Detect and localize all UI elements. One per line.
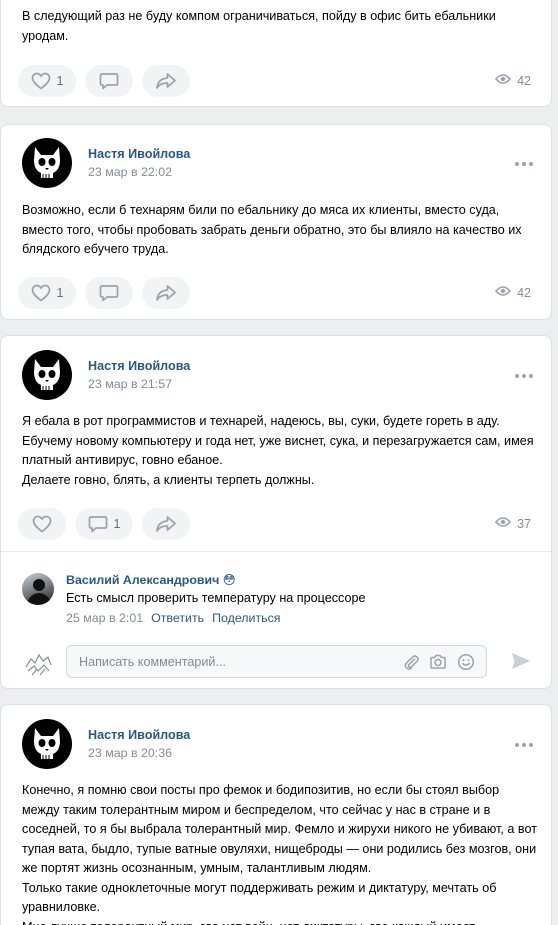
person-silhouette-icon <box>26 579 52 605</box>
comment-button[interactable]: 1 <box>75 508 133 540</box>
more-icon[interactable] <box>515 739 535 751</box>
current-user-avatar <box>22 647 54 679</box>
post-text: Я ебала в рот программистов и технарей, … <box>22 414 534 487</box>
post-card: В следующий раз не буду компом ограничив… <box>0 0 552 107</box>
cat-skull-icon <box>34 359 60 390</box>
post-author[interactable]: Настя Ивойлова <box>88 359 190 373</box>
eye-icon <box>495 516 512 531</box>
flushed-emoji: 😳 <box>222 573 236 587</box>
comment-button[interactable] <box>85 65 133 97</box>
comment-author[interactable]: Василий Александрович 😳 <box>66 572 236 587</box>
views-counter: 37 <box>495 516 531 531</box>
like-button[interactable]: 1 <box>18 277 76 309</box>
comment-icon <box>88 515 108 533</box>
comment-text: Есть смысл проверить температуру на проц… <box>66 591 366 605</box>
comment-meta: 25 мар в 2:01 Ответить Поделиться <box>66 611 281 625</box>
comment-input[interactable] <box>79 646 399 677</box>
share-icon <box>155 284 177 302</box>
cat-skull-icon <box>34 728 60 759</box>
views-counter: 42 <box>495 285 531 300</box>
heart-icon <box>31 72 51 90</box>
post-date[interactable]: 23 мар в 21:57 <box>88 377 172 391</box>
comment-date[interactable]: 25 мар в 2:01 <box>66 611 143 625</box>
divider <box>1 551 551 552</box>
views-count: 42 <box>517 73 531 88</box>
share-icon <box>155 515 177 533</box>
share-button[interactable] <box>142 508 190 540</box>
post-card: Настя Ивойлова 23 мар в 20:36 Конечно, я… <box>0 704 552 925</box>
post-card: Настя Ивойлова 23 мар в 21:57 Я ебала в … <box>0 335 552 689</box>
avatar[interactable] <box>22 719 72 769</box>
comment-icon <box>99 284 119 302</box>
camera-icon[interactable] <box>429 653 447 671</box>
like-count: 1 <box>56 74 64 88</box>
heart-icon <box>32 515 52 533</box>
comment-input-box[interactable] <box>66 645 487 678</box>
share-button[interactable] <box>142 277 190 309</box>
avatar[interactable] <box>22 350 72 400</box>
send-icon[interactable] <box>510 650 532 672</box>
comment-author-name[interactable]: Василий Александрович <box>66 573 219 587</box>
heart-icon <box>31 284 51 302</box>
reply-link[interactable]: Ответить <box>151 611 204 625</box>
smile-icon[interactable] <box>457 653 475 671</box>
post-text: В следующий раз не буду компом ограничив… <box>22 9 496 43</box>
post-text: Конечно, я помню свои посты про фемок и … <box>22 783 537 925</box>
comment-button[interactable] <box>85 277 133 309</box>
comment-icon <box>99 72 119 90</box>
more-icon[interactable] <box>515 370 535 382</box>
like-button[interactable] <box>18 508 66 540</box>
post-text: Возможно, если б технарям били по ебальн… <box>22 203 522 256</box>
views-counter: 42 <box>495 73 531 88</box>
avatar[interactable] <box>22 138 72 188</box>
views-count: 37 <box>517 516 531 531</box>
like-count: 1 <box>56 286 64 300</box>
eye-icon <box>495 73 512 88</box>
post-date[interactable]: 23 мар в 22:02 <box>88 165 172 179</box>
post-author[interactable]: Настя Ивойлова <box>88 728 190 742</box>
comment-avatar[interactable] <box>22 573 54 605</box>
comment-count: 1 <box>113 517 121 531</box>
cat-skull-icon <box>34 147 60 178</box>
post-card: Настя Ивойлова 23 мар в 22:02 Возможно, … <box>0 124 552 320</box>
like-button[interactable]: 1 <box>18 65 76 97</box>
views-count: 42 <box>517 285 531 300</box>
eye-icon <box>495 285 512 300</box>
share-icon <box>155 72 177 90</box>
share-link[interactable]: Поделиться <box>212 611 280 625</box>
sketch-avatar-icon <box>25 653 52 676</box>
more-icon[interactable] <box>515 158 535 170</box>
share-button[interactable] <box>142 65 190 97</box>
paperclip-icon[interactable] <box>402 653 420 671</box>
post-author[interactable]: Настя Ивойлова <box>88 147 190 161</box>
post-date[interactable]: 23 мар в 20:36 <box>88 746 172 760</box>
